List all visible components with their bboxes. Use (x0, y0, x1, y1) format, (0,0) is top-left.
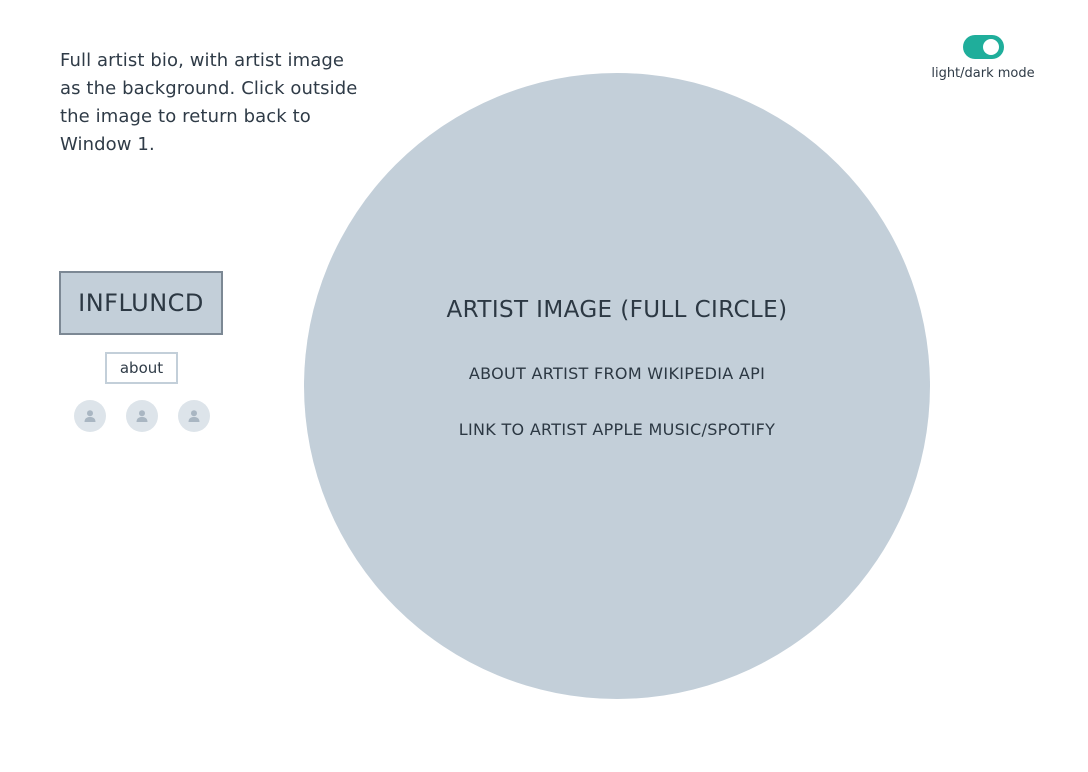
annotation-note: Full artist bio, with artist image as th… (60, 50, 358, 155)
avatar[interactable] (178, 400, 210, 432)
user-icon (84, 410, 96, 422)
artist-image-circle[interactable]: ARTIST IMAGE (FULL CIRCLE) ABOUT ARTIST … (304, 73, 930, 699)
artist-streaming-link[interactable]: LINK TO ARTIST APPLE MUSIC/SPOTIFY (304, 420, 930, 439)
page[interactable]: Full artist bio, with artist image as th… (0, 0, 1088, 772)
about-button[interactable]: about (105, 352, 178, 384)
artist-image-title: ARTIST IMAGE (FULL CIRCLE) (446, 297, 788, 323)
avatar-list (74, 400, 210, 432)
toggle-knob (982, 39, 999, 55)
theme-toggle-group: light/dark mode (930, 35, 1036, 81)
light-dark-mode-toggle[interactable] (962, 35, 1004, 59)
avatar[interactable] (74, 400, 106, 432)
avatar[interactable] (126, 400, 158, 432)
user-icon (188, 410, 200, 422)
toggle-label: light/dark mode (931, 66, 1035, 81)
user-icon (136, 410, 148, 422)
artist-about-text: ABOUT ARTIST FROM WIKIPEDIA API (468, 364, 766, 383)
app-logo[interactable]: INFLUNCD (59, 271, 223, 335)
